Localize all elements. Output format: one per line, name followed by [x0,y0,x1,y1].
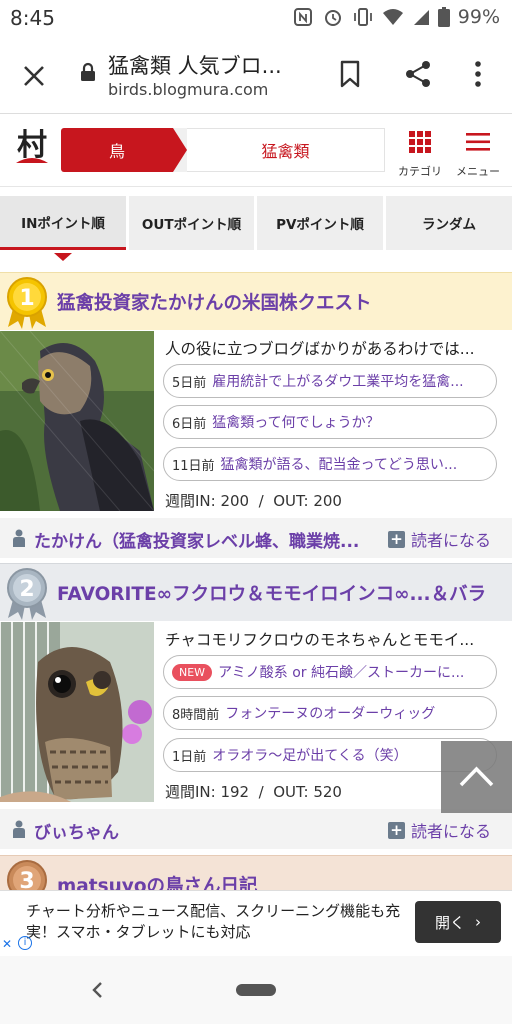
post-title: フォンテーヌのオーダーウィッグ [225,706,436,722]
plus-icon: + [388,530,405,548]
rank-header[interactable]: 2 FAVORITE∞フクロウ＆モモイロインコ∞...＆バラ [0,563,512,621]
post-age: 5日前 [172,375,207,391]
grid-icon [409,131,431,153]
nfc-icon [293,8,312,26]
follow-label: 読者になる [411,531,492,550]
svg-text:2: 2 [19,577,34,602]
home-pill[interactable] [236,984,276,996]
author-row: びぃちゃん + 読者になる [0,809,512,849]
status-icons: 99% [292,6,500,28]
recent-post-link[interactable]: 11日前 猛禽類が語る、配当金ってどう思い... [163,447,497,481]
tab-random[interactable]: ランダム [386,196,512,250]
chevron-up-icon [459,766,494,787]
post-title: 猛禽類が語る、配当金ってどう思い... [220,457,458,473]
weekly-stats: 週間IN: 200 / OUT: 200 [165,492,342,510]
recent-post-link[interactable]: 5日前 雇用統計で上がるダウ工業平均を猛禽... [163,364,497,398]
svg-text:村: 村 [17,128,47,163]
author-name[interactable]: びぃちゃん [34,818,380,843]
weekly-stats: 週間IN: 192 / OUT: 520 [165,783,342,801]
person-icon [13,529,25,547]
battery-percent: 99% [457,6,500,28]
blog-thumbnail[interactable] [0,622,154,802]
ad-open-button[interactable]: 開く › [415,901,501,943]
tab-in-points[interactable]: INポイント順 [0,196,126,250]
sort-tabs: INポイント順 OUTポイント順 PVポイント順 ランダム [0,188,512,266]
more-options-icon[interactable] [468,58,488,90]
signal-icon [413,10,429,25]
alarm-icon [324,10,341,26]
post-age: 1日前 [172,749,207,765]
close-icon[interactable] [16,58,52,94]
status-bar: 8:45 99% [0,0,512,36]
vibrate-icon [353,8,372,26]
post-title: アミノ酸系 or 純石鹸／ストーカーに... [218,665,465,681]
ad-text: チャート分析やニュース配信、スクリーニング機能も充実！スマホ・タブレットにも対応 [26,902,401,941]
page-url[interactable]: birds.blogmura.com [108,80,268,99]
author-row: たかけん（猛禽投資家レベル蜂、職業焼... + 読者になる [0,518,512,558]
tab-pv-points[interactable]: PVポイント順 [257,196,383,250]
blog-description: チャコモリフクロウのモネちゃんとモモイ... [165,631,475,649]
follow-button[interactable]: + 読者になる [388,818,491,842]
breadcrumb-arrow [173,128,187,172]
blog-description: 人の役に立つブログばかりがあるわけでは... [165,340,475,358]
breadcrumb-raptor[interactable]: 猛禽類 [187,128,385,172]
author-name[interactable]: たかけん（猛禽投資家レベル蜂、職業焼... [34,527,380,552]
new-badge: NEW [172,663,213,681]
scroll-to-top-button[interactable] [441,741,512,813]
post-age: 11日前 [172,458,215,474]
silver-medal-icon: 2 [7,568,47,620]
gold-medal-icon: 1 [7,277,47,329]
lock-icon [81,62,95,81]
hamburger-icon [466,133,490,151]
post-title: 猛禽類って何でしょうか？ [212,415,380,431]
ad-banner[interactable]: チャート分析やニュース配信、スクリーニング機能も充実！スマホ・タブレットにも対応… [0,890,512,956]
follow-label: 読者になる [411,822,492,841]
site-logo[interactable]: 村 [12,125,52,175]
post-age: 6日前 [172,416,207,432]
chevron-right-icon: › [475,913,481,931]
person-icon [13,820,25,838]
post-title: オラオラ〜足が出てくる（笑） [212,748,408,764]
recent-post-link[interactable]: NEW アミノ酸系 or 純石鹸／ストーカーに... [163,655,497,689]
breadcrumb-bird[interactable]: 鳥 [61,128,173,172]
rank-header[interactable]: 1 猛禽投資家たかけんの米国株クエスト [0,272,512,330]
eagle-photo [0,331,154,511]
category-label: カテゴリ [398,165,442,178]
bookmark-icon[interactable] [336,58,364,90]
post-title: 雇用統計で上がるダウ工業平均を猛禽... [212,374,464,390]
follow-button[interactable]: + 読者になる [388,527,491,551]
browser-toolbar: 猛禽類 人気ブロ... birds.blogmura.com [0,36,512,114]
blog-thumbnail[interactable] [0,331,154,511]
page-title[interactable]: 猛禽類 人気ブロ... [108,50,282,80]
blog-title[interactable]: FAVORITE∞フクロウ＆モモイロインコ∞...＆バラ [57,580,512,606]
owl-photo [0,622,154,802]
menu-label: メニュー [456,165,500,178]
status-time: 8:45 [10,6,55,30]
site-header: 村 鳥 猛禽類 カテゴリ メニュー [0,115,512,187]
logo-mark-icon: 村 [16,128,48,163]
share-icon[interactable] [402,58,434,90]
ad-close-icon[interactable]: ✕ [2,937,12,951]
plus-icon: + [388,821,405,839]
ad-open-label: 開く [434,913,465,932]
tab-out-points[interactable]: OUTポイント順 [129,196,254,250]
breadcrumb: 鳥 猛禽類 [61,128,385,172]
ad-info-icon[interactable]: i [18,936,32,950]
recent-post-link[interactable]: 8時間前 フォンテーヌのオーダーウィッグ [163,696,497,730]
battery-icon [437,7,450,27]
svg-text:1: 1 [19,286,34,311]
blog-title[interactable]: 猛禽投資家たかけんの米国株クエスト [57,289,497,315]
category-button[interactable]: カテゴリ [394,129,446,179]
menu-button[interactable]: メニュー [452,129,504,179]
post-age: 8時間前 [172,707,220,723]
system-nav-bar [0,956,512,1024]
recent-post-link[interactable]: 6日前 猛禽類って何でしょうか？ [163,405,497,439]
back-icon[interactable] [88,978,108,1002]
active-tab-pointer [54,253,72,261]
wifi-icon [382,9,403,25]
